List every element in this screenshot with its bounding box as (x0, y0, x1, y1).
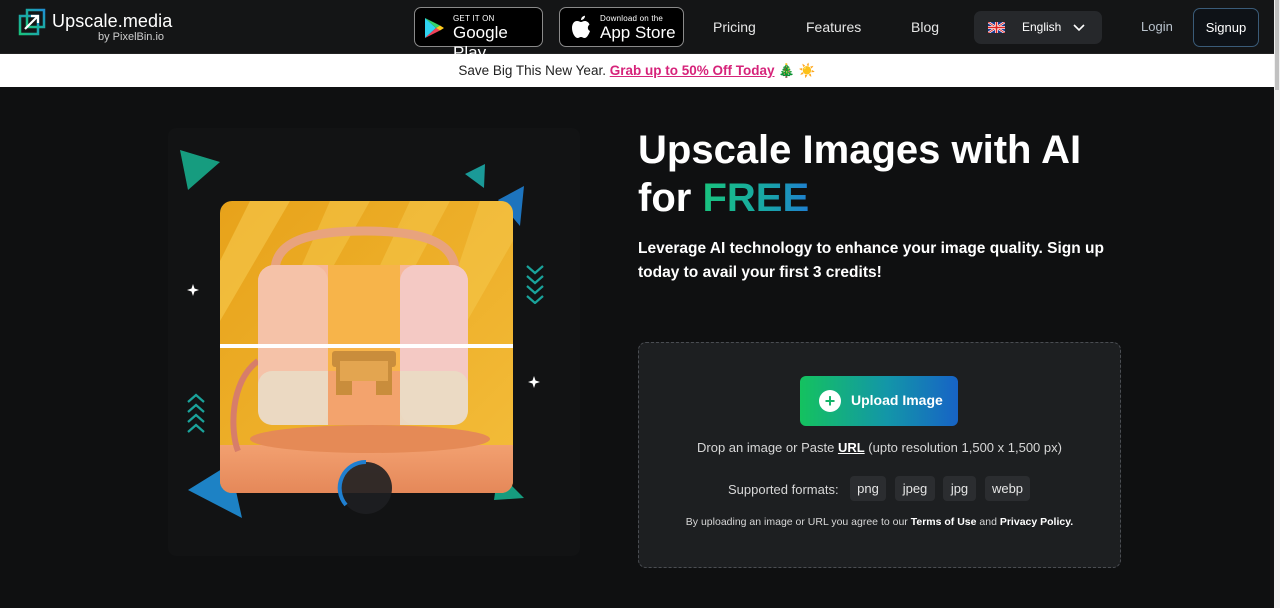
app-store-button[interactable]: Download on the App Store (559, 7, 684, 47)
paste-url-link[interactable]: URL (838, 440, 865, 455)
hero-title-free: FREE (702, 176, 810, 220)
signup-label: Signup (1205, 20, 1247, 35)
formats-label: Supported formats: (728, 482, 839, 497)
hero-subtitle: Leverage AI technology to enhance your i… (638, 240, 1104, 281)
triangle-decoration-icon (465, 164, 485, 188)
upscale-logo-icon[interactable] (18, 8, 46, 36)
apple-icon (572, 15, 590, 38)
brand-subtitle: by PixelBin.io (98, 31, 165, 43)
format-chip-webp: webp (985, 476, 1030, 501)
hero-title-for: for (638, 176, 692, 220)
app-store-label: App Store (600, 23, 676, 42)
app-store-small: Download on the (600, 14, 664, 23)
format-chip-png: png (850, 476, 886, 501)
login-link[interactable]: Login (1141, 19, 1173, 34)
brand-name[interactable]: Upscale.media (52, 11, 172, 32)
scrollbar-thumb[interactable] (1275, 0, 1279, 90)
hero-title-line2: for FREE (638, 174, 1081, 222)
google-play-icon (425, 18, 444, 38)
upload-button-label: Upload Image (851, 392, 943, 408)
format-chip-jpg: jpg (943, 476, 976, 501)
chevron-down-icon (1073, 24, 1085, 32)
signup-button[interactable]: Signup (1193, 8, 1259, 47)
google-play-small: GET IT ON (453, 14, 495, 23)
promo-link[interactable]: Grab up to 50% Off Today (610, 63, 775, 78)
terms-notice: By uploading an image or URL you agree t… (638, 516, 1121, 528)
loading-ring-icon (337, 459, 392, 514)
privacy-policy-link[interactable]: Privacy Policy. (1000, 516, 1073, 528)
triangle-decoration-icon (180, 150, 220, 190)
terms-prefix: By uploading an image or URL you agree t… (685, 516, 908, 528)
nav-link-pricing[interactable]: Pricing (713, 19, 756, 35)
sparkle-icon (187, 284, 199, 296)
nav-link-features[interactable]: Features (806, 19, 861, 35)
drop-resolution: (upto resolution 1,500 x 1,500 px) (868, 440, 1062, 455)
chevrons-down-icon (526, 265, 544, 304)
language-label: English (1022, 20, 1062, 34)
scrollbar-track[interactable] (1274, 0, 1280, 608)
promo-text: Save Big This New Year. (458, 63, 606, 78)
google-play-button[interactable]: GET IT ON Google Play (414, 7, 543, 62)
top-navbar: Upscale.media by PixelBin.io GET IT ON G… (0, 0, 1274, 62)
promo-text-row: Save Big This New Year. Grab up to 50% O… (0, 63, 1274, 79)
promo-emoji: 🎄 ☀️ (778, 63, 816, 78)
drop-text: Drop an image or Paste (697, 440, 835, 455)
format-chip-jpeg: jpeg (895, 476, 935, 501)
plus-circle-icon: + (819, 390, 841, 412)
hero-title: Upscale Images with AI for FREE (638, 126, 1081, 222)
terms-of-use-link[interactable]: Terms of Use (911, 516, 977, 528)
uk-flag-icon (988, 22, 1005, 33)
hero-title-line1: Upscale Images with AI (638, 128, 1082, 172)
compare-divider[interactable] (220, 344, 513, 348)
language-selector[interactable]: English (974, 11, 1102, 44)
drop-instructions: Drop an image or Paste URL (upto resolut… (638, 440, 1121, 455)
promo-banner: Save Big This New Year. Grab up to 50% O… (0, 54, 1274, 87)
upload-image-button[interactable]: + Upload Image (800, 376, 958, 426)
nav-link-blog[interactable]: Blog (911, 19, 939, 35)
terms-and: and (979, 516, 997, 528)
chevrons-up-icon (187, 393, 205, 433)
sparkle-icon (528, 376, 540, 388)
